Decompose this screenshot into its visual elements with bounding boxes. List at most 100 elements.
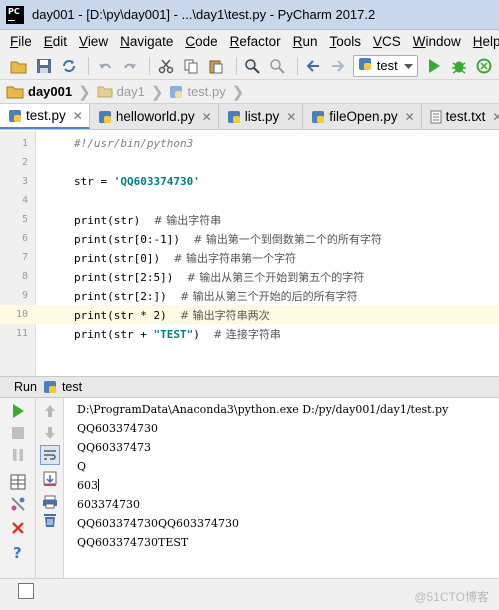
trash-icon[interactable]: [41, 511, 59, 529]
console-line: 603374730: [77, 498, 140, 511]
code-text: print(str[2:5]) # 输出从第三个开始到第五个的字符: [74, 270, 365, 284]
code-text: print(str[0]) # 输出字符串第一个字符: [74, 251, 297, 265]
settings-icon[interactable]: [9, 495, 27, 513]
code-editor[interactable]: 1 #!/usr/bin/python3 2 3 str = 'QQ603374…: [0, 131, 499, 376]
python-file-icon: [9, 109, 21, 122]
open-folder-icon[interactable]: [8, 55, 29, 77]
line-number: 5: [21, 214, 28, 225]
code-line: 11 print(str + "TEST") # 连接字符串: [0, 324, 499, 343]
pause-icon[interactable]: [9, 446, 27, 464]
run-icon[interactable]: [424, 55, 445, 77]
close-icon[interactable]: ✕: [286, 110, 296, 124]
run-config-name[interactable]: test: [62, 380, 82, 394]
find-icon[interactable]: [241, 55, 262, 77]
tab-fileopen-py[interactable]: fileOpen.py ✕: [303, 104, 422, 129]
breadcrumb-file-label: test.py: [187, 84, 226, 99]
menu-refactor[interactable]: Refactor: [224, 34, 287, 49]
undo-icon[interactable]: [94, 55, 115, 77]
print-icon[interactable]: [41, 493, 59, 511]
run-config-dropdown[interactable]: test: [352, 54, 418, 77]
down-arrow-icon[interactable]: [41, 424, 59, 442]
watermark: @51CTO博客: [414, 590, 489, 604]
tab-label: test.txt: [445, 109, 486, 124]
code-text: str = 'QQ603374730': [74, 175, 200, 188]
python-file-icon: [43, 381, 56, 393]
menu-window[interactable]: Window: [407, 34, 467, 49]
close-icon[interactable]: ✕: [492, 110, 499, 124]
help-icon[interactable]: ?: [9, 543, 27, 561]
main-toolbar: test: [0, 52, 499, 80]
code-line: 3 str = 'QQ603374730': [0, 172, 499, 191]
menu-code[interactable]: Code: [179, 34, 223, 49]
run-panel-title: Run: [14, 380, 37, 394]
menu-help[interactable]: Help: [467, 34, 499, 49]
paste-icon[interactable]: [205, 55, 226, 77]
console-line: QQ60337473: [77, 441, 152, 454]
back-arrow-icon[interactable]: [303, 55, 324, 77]
line-number: 9: [21, 290, 28, 301]
debug-icon[interactable]: [449, 55, 470, 77]
console-line: QQ603374730TEST: [77, 536, 189, 549]
up-arrow-icon[interactable]: [41, 402, 59, 420]
tab-test-py[interactable]: test.py ✕: [0, 104, 90, 129]
layout-icon[interactable]: [9, 473, 27, 491]
console-output[interactable]: D:\ProgramData\Anaconda3\python.exe D:/p…: [64, 398, 499, 578]
code-text: #!/usr/bin/python3: [74, 137, 194, 150]
menu-run[interactable]: Run: [287, 34, 324, 49]
replace-icon[interactable]: [267, 55, 288, 77]
text-file-icon: [430, 110, 442, 123]
line-number: 6: [21, 233, 28, 244]
tab-helloworld-py[interactable]: helloworld.py ✕: [89, 104, 219, 129]
breadcrumb-project[interactable]: day001: [6, 84, 72, 99]
tab-label: fileOpen.py: [329, 109, 398, 124]
tab-test-txt[interactable]: test.txt ✕: [421, 104, 499, 129]
rerun-icon[interactable]: [9, 402, 27, 420]
menu-bar: File Edit View Navigate Code Refactor Ru…: [0, 30, 499, 52]
breadcrumb-folder[interactable]: day1: [97, 84, 145, 99]
menu-navigate[interactable]: Navigate: [114, 34, 179, 49]
stop-icon[interactable]: [9, 424, 27, 442]
code-line: 9 print(str[2:]) # 输出从第三个开始的后的所有字符: [0, 286, 499, 305]
console-line: 603: [77, 479, 99, 492]
menu-view[interactable]: View: [73, 34, 114, 49]
menu-file[interactable]: File: [4, 34, 38, 49]
menu-tools[interactable]: Tools: [323, 34, 367, 49]
menu-vcs[interactable]: VCS: [367, 34, 407, 49]
sync-icon[interactable]: [58, 55, 79, 77]
close-icon[interactable]: ✕: [73, 109, 83, 123]
forward-arrow-icon[interactable]: [328, 55, 349, 77]
python-file-icon: [358, 57, 372, 74]
cut-icon[interactable]: [155, 55, 176, 77]
svg-text:?: ?: [13, 544, 22, 560]
coverage-icon[interactable]: [474, 55, 495, 77]
console-line: D:\ProgramData\Anaconda3\python.exe D:/p…: [77, 403, 449, 416]
breadcrumb-file[interactable]: test.py: [169, 84, 226, 99]
close-icon[interactable]: ✕: [405, 110, 415, 124]
redo-icon[interactable]: [119, 55, 140, 77]
copy-icon[interactable]: [180, 55, 201, 77]
tab-list-py[interactable]: list.py ✕: [218, 104, 304, 129]
code-line: 5 print(str) # 输出字符串: [0, 210, 499, 229]
console-line: QQ603374730: [77, 422, 159, 435]
run-panel-header: Run test: [0, 376, 499, 398]
line-number: 3: [21, 176, 28, 187]
soft-wrap-icon[interactable]: [40, 445, 60, 465]
close-icon[interactable]: [9, 519, 27, 537]
tab-label: test.py: [26, 108, 66, 123]
python-file-icon: [98, 110, 111, 123]
code-line: 2: [0, 153, 499, 172]
status-bar: @51CTO博客: [0, 578, 499, 610]
line-number: 1: [21, 138, 28, 149]
save-all-icon[interactable]: [33, 55, 54, 77]
console-line: QQ603374730QQ603374730: [77, 517, 240, 530]
code-line: 4: [0, 191, 499, 210]
tab-label: list.py: [244, 109, 280, 124]
code-line: 6 print(str[0:-1]) # 输出第一个到倒数第二个的所有字符: [0, 229, 499, 248]
menu-edit[interactable]: Edit: [38, 34, 73, 49]
line-number: 8: [21, 271, 28, 282]
close-icon[interactable]: ✕: [202, 110, 212, 124]
scroll-to-end-icon[interactable]: [41, 470, 59, 488]
tool-window-toggle-icon[interactable]: [18, 583, 34, 599]
code-text: print(str[0:-1]) # 输出第一个到倒数第二个的所有字符: [74, 232, 382, 246]
pycharm-logo-icon: PC: [6, 5, 24, 24]
